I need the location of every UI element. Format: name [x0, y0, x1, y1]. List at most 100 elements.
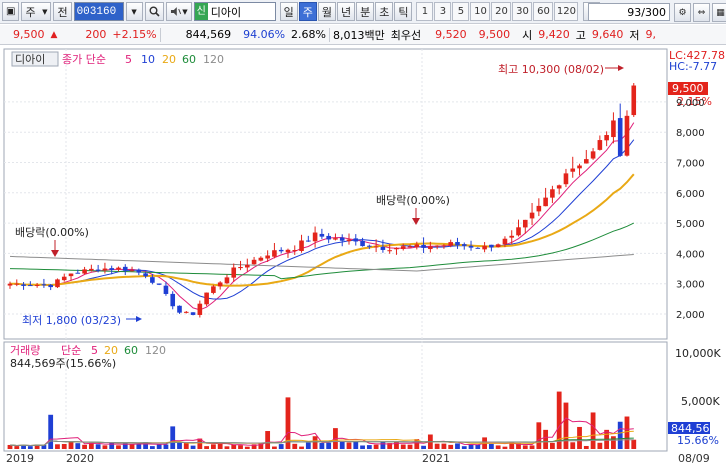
volume-bar [116, 445, 121, 449]
price-change-pct: +2.15% [112, 28, 157, 41]
volume-bar [319, 443, 325, 449]
price-tick: 4,000 [676, 249, 705, 260]
candle [475, 247, 481, 249]
best-bid: 9,500 [478, 28, 511, 41]
volume-bar [163, 444, 169, 449]
interval-button[interactable]: 60 [533, 2, 554, 21]
volume-bar [95, 444, 101, 449]
chart-menu-icon[interactable]: ▣ [2, 2, 20, 21]
candle [231, 267, 237, 278]
candle [346, 239, 352, 242]
zoom-icon[interactable]: ⇔ [693, 3, 710, 22]
stock-name-box[interactable]: 신 디아이 [193, 2, 276, 21]
candle [536, 205, 542, 212]
candle [177, 305, 182, 313]
tab-period-2[interactable]: 월 [317, 2, 336, 21]
ma-legend-10: 10 [141, 53, 155, 66]
period-tabs: 일 주 월 년 분 초 틱 [279, 2, 413, 21]
candle [461, 244, 467, 246]
candle [150, 277, 155, 283]
candle [75, 272, 81, 274]
interval-button[interactable]: 10 [470, 2, 491, 21]
turnover-ratio: 2.68% [291, 28, 326, 41]
candle [617, 118, 623, 156]
candle [604, 135, 609, 141]
candle [41, 284, 47, 286]
volume-bar [244, 446, 250, 449]
stock-chart[interactable]: 디아이 종가 단순 5 10 20 60 120 LC:427.78 HC:-7… [0, 46, 726, 466]
data-count-box[interactable]: 93/300 [588, 3, 670, 21]
volume-bar [455, 443, 460, 449]
candle [611, 120, 616, 138]
candle [428, 246, 433, 250]
candle [400, 246, 406, 249]
prev-button[interactable]: 전 [53, 2, 72, 21]
candle [570, 168, 576, 172]
price-panel[interactable] [3, 48, 668, 340]
candle [102, 268, 108, 271]
interval-button[interactable]: 3 [434, 2, 452, 21]
candle [624, 115, 630, 156]
quote-info-bar: 9,500 ▲ 200 +2.15% 844,569 94.06% 2.68% … [0, 25, 726, 45]
main-menu-button[interactable]: 주 ▼ [21, 2, 52, 21]
candle [136, 269, 142, 273]
volume-bar [617, 421, 623, 449]
min-annotation: 최저 1,800 (03/23) [22, 314, 121, 327]
tab-period-3[interactable]: 년 [336, 2, 356, 21]
volume-bar [590, 412, 596, 449]
code-dropdown-icon[interactable]: ▼ [125, 2, 143, 21]
interval-button[interactable]: 5 [452, 2, 470, 21]
volume-bar [339, 441, 345, 449]
interval-button[interactable]: 30 [512, 2, 533, 21]
grid-icon[interactable]: ▦ [712, 3, 726, 22]
interval-button[interactable]: 20 [491, 2, 512, 21]
tab-period-5[interactable]: 초 [375, 2, 394, 21]
volume-bar [400, 444, 406, 449]
best-ask-label: 최우선 [390, 28, 422, 42]
volume-bar [183, 443, 189, 449]
candle [468, 245, 474, 248]
candle [312, 232, 318, 242]
stock-code-input[interactable] [73, 2, 124, 21]
volume-bar [563, 402, 569, 449]
ma-legend-5: 5 [125, 53, 132, 66]
candle [109, 268, 114, 270]
price-change: 200 [85, 28, 107, 41]
interval-button[interactable]: 1 [416, 2, 434, 21]
settings-icon[interactable]: ⚙ [674, 3, 691, 22]
volume-bar [312, 436, 318, 449]
interval-button[interactable]: 120 [554, 2, 579, 21]
volume-bar [170, 426, 176, 449]
volume-bar [441, 443, 447, 449]
candle [224, 277, 230, 284]
candle [116, 267, 121, 270]
max-annotation: 최고 10,300 (08/02) [498, 63, 604, 76]
price-tick: 2,000 [676, 310, 705, 321]
volume-value: 844,569 [185, 28, 232, 41]
volume-bar [278, 444, 284, 449]
candle [299, 240, 304, 251]
open-label: 시 [522, 28, 533, 42]
candle [509, 235, 515, 238]
candle [238, 267, 243, 269]
tab-period-1[interactable]: 주 [298, 2, 317, 21]
x-label-2021: 2021 [422, 452, 450, 465]
volume-bar [529, 445, 535, 449]
interval-buttons: 1 3 5 10 20 30 60 120 [416, 2, 579, 21]
volume-ma-label: 단순 [61, 344, 81, 357]
search-icon[interactable] [144, 2, 164, 21]
speaker-icon[interactable]: ▼ [165, 2, 192, 21]
candle [7, 283, 13, 286]
volume-bar [238, 445, 243, 449]
hc-value: HC:-7.77 [669, 60, 717, 73]
stock-name: 디아이 [210, 5, 242, 19]
volume-bar [149, 446, 155, 449]
volume-bar [583, 445, 589, 449]
volume-ma-60: 60 [124, 344, 138, 357]
tab-period-6[interactable]: 틱 [394, 2, 413, 21]
price-tick: 5,000 [676, 219, 705, 230]
tab-period-4[interactable]: 분 [356, 2, 375, 21]
candle [197, 303, 203, 315]
tab-period-0[interactable]: 일 [279, 2, 298, 21]
candle [163, 285, 169, 294]
